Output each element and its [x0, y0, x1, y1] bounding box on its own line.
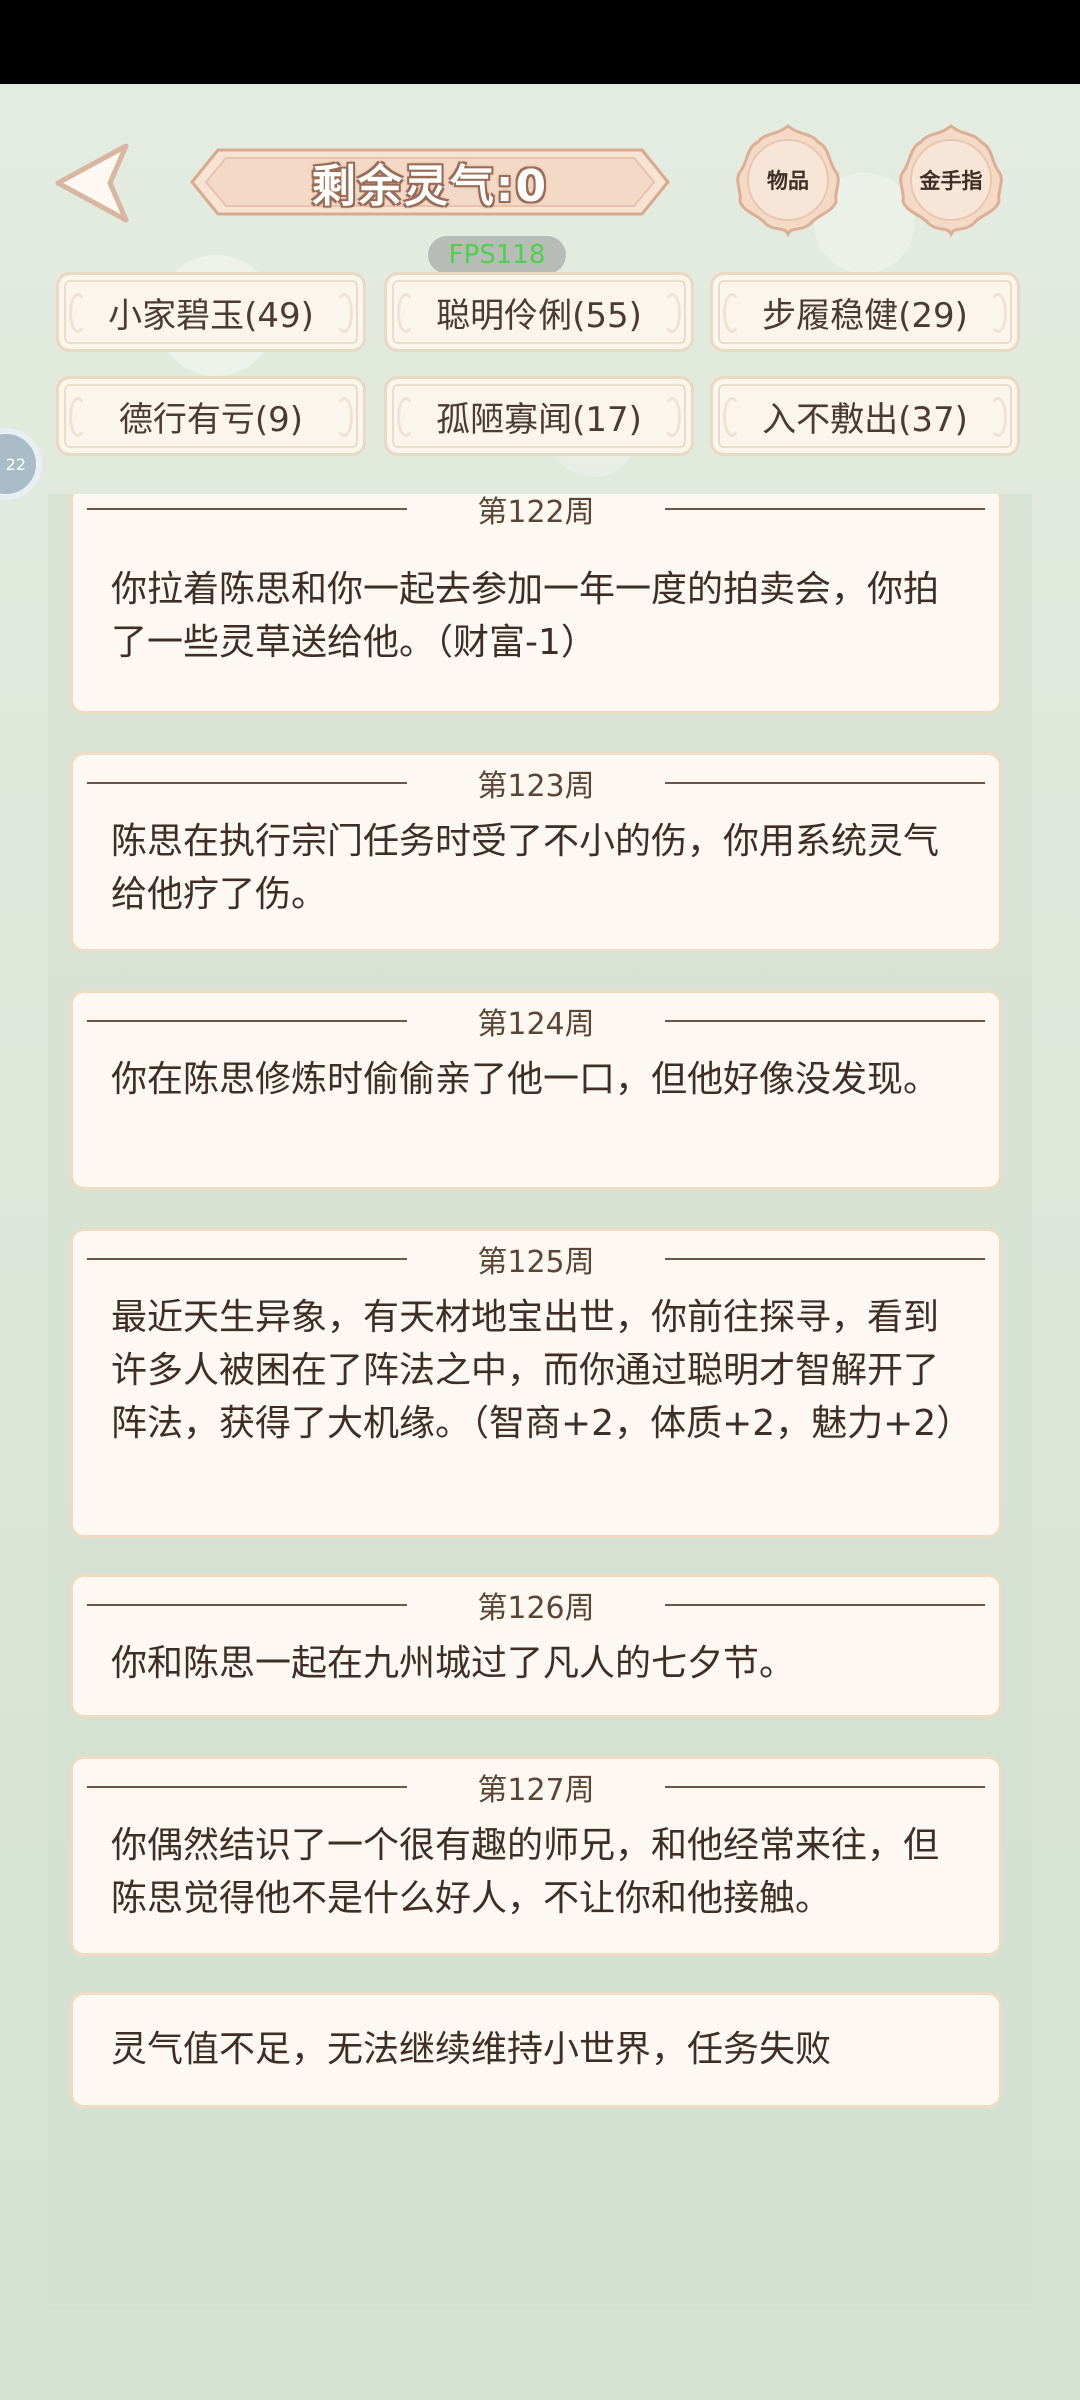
trait-label: 小家碧玉(49) [108, 295, 314, 336]
event-week: 第125周 [73, 1239, 999, 1280]
event-week: 第123周 [73, 763, 999, 804]
trait-badge[interactable]: 德行有亏(9) [56, 376, 366, 456]
event-week: 第127周 [73, 1767, 999, 1808]
back-button[interactable] [50, 140, 132, 226]
trait-label: 德行有亏(9) [118, 399, 304, 440]
trait-badge[interactable]: 小家碧玉(49) [56, 272, 366, 352]
trait-badge[interactable]: 孤陋寡闻(17) [384, 376, 694, 456]
back-arrow-icon [55, 143, 129, 223]
items-button[interactable]: 物品 [730, 122, 846, 238]
remaining-spirit-plate: 剩余灵气:0 [188, 142, 672, 222]
ornament [989, 397, 1007, 437]
event-card: 第122周 你拉着陈思和你一起去参加一年一度的拍卖会，你拍了一些灵草送给他。（财… [70, 494, 1002, 714]
event-card: 第125周 最近天生异象，有天材地宝出世，你前往探寻，看到许多人被困在了阵法之中… [70, 1228, 1002, 1538]
event-text: 你和陈思一起在九州城过了凡人的七夕节。 [111, 1643, 796, 1684]
cheat-button[interactable]: 金手指 [893, 122, 1009, 238]
ornament [397, 293, 415, 333]
event-card: 第124周 你在陈思修炼时偷偷亲了他一口，但他好像没发现。 [70, 990, 1002, 1190]
ornament [335, 293, 353, 333]
fps-counter: FPS118 [428, 236, 566, 274]
items-button-label: 物品 [767, 169, 809, 193]
ornament [69, 397, 87, 437]
event-week: 第122周 [73, 494, 999, 530]
task-failed-message: 灵气值不足，无法继续维持小世界，任务失败 [111, 2029, 832, 2070]
event-log-panel[interactable]: 第122周 你拉着陈思和你一起去参加一年一度的拍卖会，你拍了一些灵草送给他。（财… [48, 494, 1032, 2310]
event-week: 第124周 [73, 1001, 999, 1042]
trait-label: 入不敷出(37) [762, 399, 968, 440]
event-card: 第127周 你偶然结识了一个很有趣的师兄，和他经常来往，但陈思觉得他不是什么好人… [70, 1756, 1002, 1956]
event-week: 第126周 [73, 1585, 999, 1626]
trait-badge[interactable]: 入不敷出(37) [710, 376, 1020, 456]
status-bar [0, 0, 1080, 84]
event-text: 你拉着陈思和你一起去参加一年一度的拍卖会，你拍了一些灵草送给他。（财富-1） [111, 569, 940, 663]
ornament [69, 293, 87, 333]
event-text: 你在陈思修炼时偷偷亲了他一口，但他好像没发现。 [111, 1059, 940, 1100]
event-text: 陈思在执行宗门任务时受了不小的伤，你用系统灵气给他疗了伤。 [111, 821, 940, 915]
trait-label: 聪明伶俐(55) [436, 295, 642, 336]
trait-label: 孤陋寡闻(17) [436, 399, 642, 440]
ornament [397, 397, 415, 437]
event-text: 你偶然结识了一个很有趣的师兄，和他经常来往，但陈思觉得他不是什么好人，不让你和他… [111, 1825, 940, 1919]
ornament [723, 397, 741, 437]
event-card: 第126周 你和陈思一起在九州城过了凡人的七夕节。 [70, 1574, 1002, 1718]
trait-badge[interactable]: 聪明伶俐(55) [384, 272, 694, 352]
ornament [335, 397, 353, 437]
task-failed-card: 灵气值不足，无法继续维持小世界，任务失败 [70, 1992, 1002, 2108]
ornament [723, 293, 741, 333]
event-card: 第123周 陈思在执行宗门任务时受了不小的伤，你用系统灵气给他疗了伤。 [70, 752, 1002, 952]
remaining-spirit-label: 剩余灵气:0 [311, 161, 549, 212]
event-text: 最近天生异象，有天材地宝出世，你前往探寻，看到许多人被困在了阵法之中，而你通过聪… [111, 1297, 973, 1444]
cheat-button-label: 金手指 [919, 169, 983, 193]
ornament [989, 293, 1007, 333]
trait-label: 步履稳健(29) [762, 295, 968, 336]
ornament [663, 293, 681, 333]
ornament [663, 397, 681, 437]
trait-badge[interactable]: 步履稳健(29) [710, 272, 1020, 352]
